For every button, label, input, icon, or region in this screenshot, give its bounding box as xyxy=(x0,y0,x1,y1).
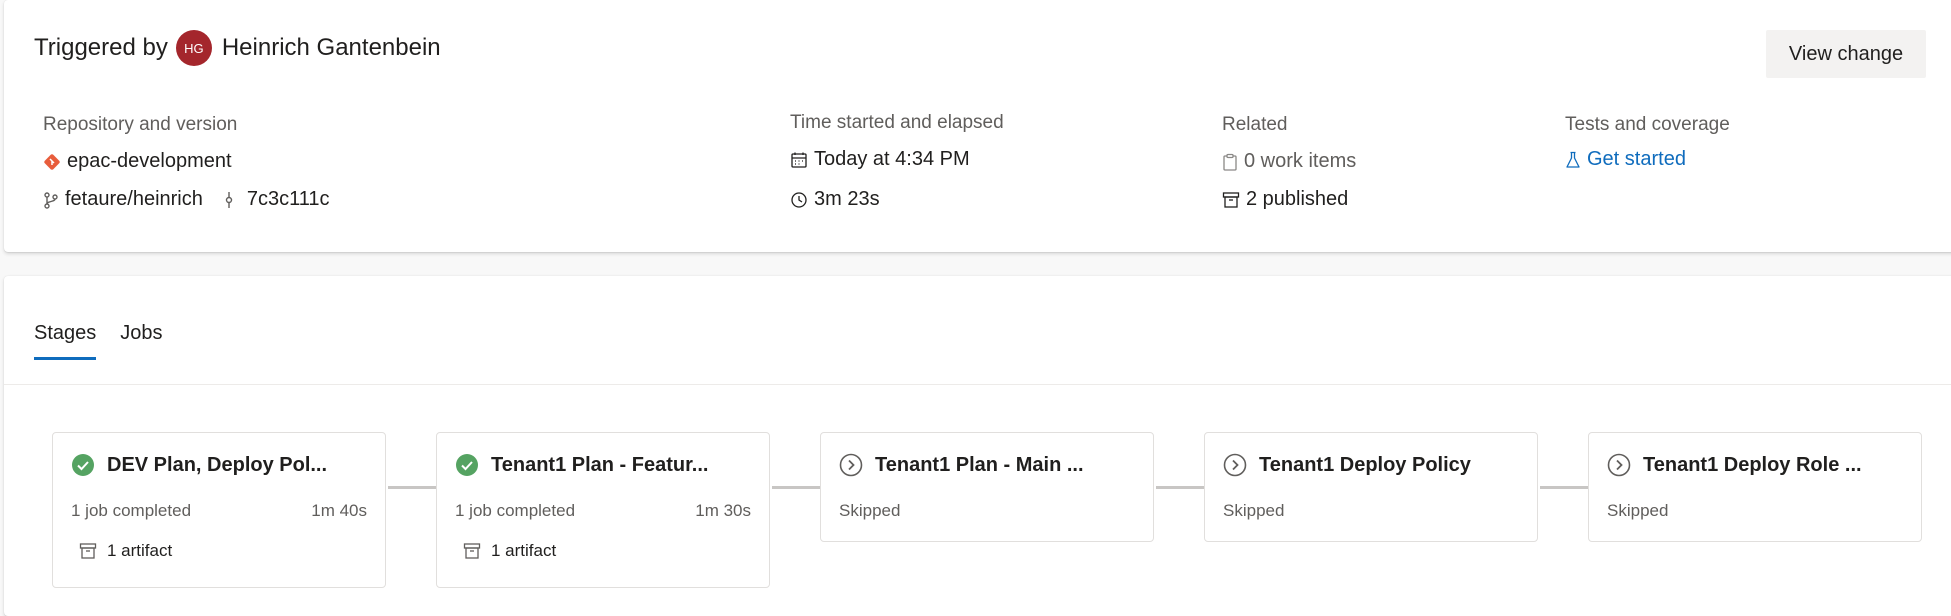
published-count[interactable]: 2 published xyxy=(1246,188,1348,211)
get-started-row[interactable]: Get started xyxy=(1565,148,1686,171)
stage-title: DEV Plan, Deploy Pol... xyxy=(107,453,328,476)
calendar-icon xyxy=(790,151,808,169)
stage-job-status: Skipped xyxy=(1223,501,1285,520)
commit-icon xyxy=(223,191,235,209)
user-name[interactable]: Heinrich Gantenbein xyxy=(222,34,441,62)
time-section-label: Time started and elapsed xyxy=(790,112,1004,133)
related-section-label: Related xyxy=(1222,114,1288,135)
success-check-icon xyxy=(455,453,479,477)
published-row[interactable]: 2 published xyxy=(1222,188,1348,211)
stage-title: Tenant1 Deploy Role ... xyxy=(1643,453,1862,476)
avatar[interactable]: HG xyxy=(175,30,212,66)
branch-icon xyxy=(43,191,59,209)
stage-card[interactable]: Tenant1 Plan - Featur... 1 job completed… xyxy=(436,432,770,588)
started-time: Today at 4:34 PM xyxy=(814,148,970,170)
stage-connector xyxy=(388,486,440,489)
stage-artifact-count[interactable]: 1 artifact xyxy=(107,541,172,561)
elapsed-row: 3m 23s xyxy=(790,188,880,211)
stage-duration: 1m 30s xyxy=(695,501,751,520)
branch-name[interactable]: fetaure/heinrich xyxy=(65,188,203,211)
work-items-row: 0 work items xyxy=(1222,150,1356,173)
stage-artifact-link[interactable]: 1 artifact xyxy=(463,541,556,561)
get-started-link[interactable]: Get started xyxy=(1587,148,1686,171)
elapsed-time: 3m 23s xyxy=(814,188,880,210)
tab-stages[interactable]: Stages xyxy=(34,322,97,360)
artifact-icon xyxy=(463,542,481,560)
run-summary-card: Triggered by HG Heinrich Gantenbein View… xyxy=(4,0,1951,252)
stages-card: Stages Jobs DEV Plan, Deploy Pol... 1 jo… xyxy=(4,276,1951,616)
triggered-label: Triggered by xyxy=(34,34,168,61)
stage-artifact-count[interactable]: 1 artifact xyxy=(491,541,556,561)
stage-connector xyxy=(1540,486,1592,489)
tab-jobs[interactable]: Jobs xyxy=(120,322,162,360)
stage-job-status: Skipped xyxy=(1607,501,1669,520)
skipped-icon xyxy=(839,453,863,477)
repo-section-label: Repository and version xyxy=(43,114,238,135)
git-icon xyxy=(43,153,61,171)
skipped-icon xyxy=(1607,453,1631,477)
tab-bar: Stages Jobs xyxy=(34,322,187,360)
artifact-icon xyxy=(1222,191,1240,209)
stage-job-status: 1 job completed xyxy=(455,501,576,520)
stage-job-status: Skipped xyxy=(839,501,901,520)
stage-connector xyxy=(1156,486,1208,489)
success-check-icon xyxy=(71,453,95,477)
stage-connector xyxy=(772,486,824,489)
clock-icon xyxy=(790,191,808,209)
stage-job-status: 1 job completed xyxy=(71,501,192,520)
triggered-by: Triggered by HG Heinrich Gantenbein xyxy=(34,30,441,66)
flask-icon xyxy=(1565,151,1581,169)
stage-card[interactable]: Tenant1 Deploy Role ... Skipped xyxy=(1588,432,1922,542)
stage-title: Tenant1 Deploy Policy xyxy=(1259,453,1471,476)
commit-hash[interactable]: 7c3c111c xyxy=(247,188,330,211)
branch-row[interactable]: fetaure/heinrich 7c3c111c xyxy=(43,188,330,211)
repo-row[interactable]: epac-development xyxy=(43,150,232,173)
stage-card[interactable]: DEV Plan, Deploy Pol... 1 job completed … xyxy=(52,432,386,588)
stage-card[interactable]: Tenant1 Deploy Policy Skipped xyxy=(1204,432,1538,542)
artifact-icon xyxy=(79,542,97,560)
repo-name[interactable]: epac-development xyxy=(67,150,232,173)
stage-title: Tenant1 Plan - Main ... xyxy=(875,453,1084,476)
stage-title: Tenant1 Plan - Featur... xyxy=(491,453,709,476)
tests-section-label: Tests and coverage xyxy=(1565,114,1730,135)
stage-card[interactable]: Tenant1 Plan - Main ... Skipped xyxy=(820,432,1154,542)
view-change-button[interactable]: View change xyxy=(1766,30,1926,78)
clipboard-icon xyxy=(1222,153,1238,171)
divider xyxy=(4,384,1951,385)
started-row: Today at 4:34 PM xyxy=(790,148,970,171)
work-items: 0 work items xyxy=(1244,150,1357,172)
stage-artifact-link[interactable]: 1 artifact xyxy=(79,541,172,561)
skipped-icon xyxy=(1223,453,1247,477)
stage-duration: 1m 40s xyxy=(311,501,367,520)
